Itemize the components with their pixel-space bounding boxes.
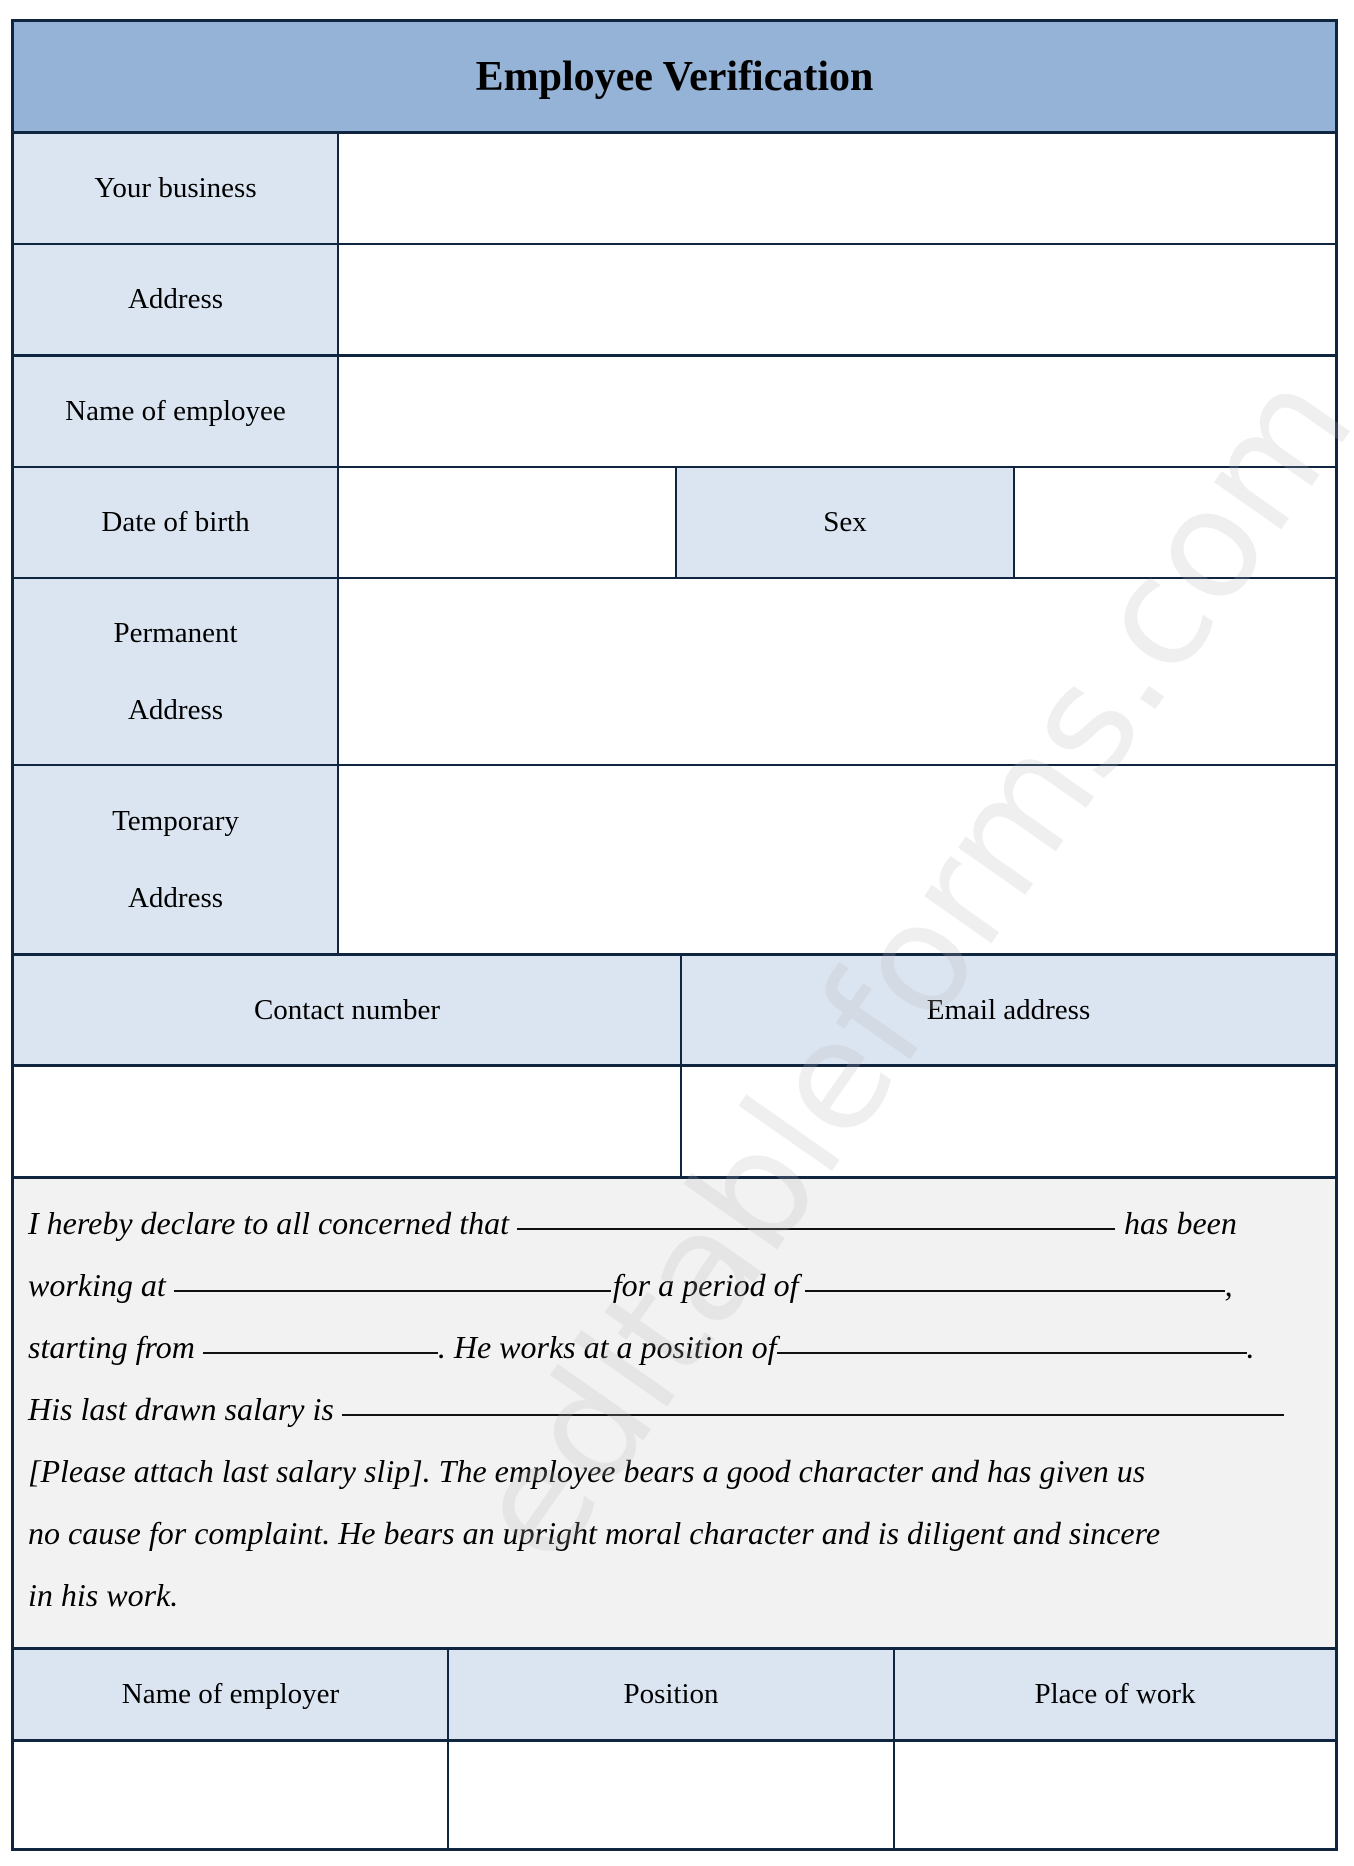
declaration-text: . He works at a position of xyxy=(437,1329,777,1365)
your-business-field[interactable] xyxy=(339,134,1335,243)
sex-field[interactable] xyxy=(1015,468,1335,577)
place-of-work-field[interactable] xyxy=(895,1742,1335,1848)
name-of-employer-header: Name of employer xyxy=(14,1650,447,1739)
start-date-blank[interactable] xyxy=(202,1351,438,1354)
declaration-text: has been xyxy=(1124,1205,1237,1241)
declaration-line: working at for a period of , xyxy=(28,1254,1319,1316)
divider xyxy=(447,1650,449,1848)
permanent-address-field[interactable] xyxy=(339,579,1335,764)
date-of-birth-field[interactable] xyxy=(339,468,675,577)
email-address-label: Email address xyxy=(682,956,1335,1064)
declaration-text: , xyxy=(1224,1267,1233,1303)
temporary-address-label: Temporary Address xyxy=(14,766,337,953)
employee-name-blank[interactable] xyxy=(517,1227,1116,1230)
declaration-text: for a period of xyxy=(612,1267,799,1303)
declaration-line: no cause for complaint. He bears an upri… xyxy=(28,1515,1161,1551)
declaration-line: in his work. xyxy=(28,1577,179,1613)
address-field[interactable] xyxy=(339,245,1335,354)
declaration-text: His last drawn salary is xyxy=(28,1391,334,1427)
divider xyxy=(1013,468,1015,577)
name-of-employee-label: Name of employee xyxy=(14,357,337,466)
name-of-employer-field[interactable] xyxy=(14,1742,447,1848)
workplace-blank[interactable] xyxy=(173,1289,611,1292)
form-title: Employee Verification xyxy=(14,22,1335,131)
declaration-text: . xyxy=(1246,1329,1255,1365)
permanent-address-label-line1: Permanent xyxy=(113,616,238,649)
email-address-field[interactable] xyxy=(682,1067,1335,1176)
sex-label: Sex xyxy=(677,468,1013,577)
place-of-work-header: Place of work xyxy=(895,1650,1335,1739)
employee-verification-form: Employee Verification Your business Addr… xyxy=(11,19,1338,1851)
divider xyxy=(337,134,339,953)
contact-number-field[interactable] xyxy=(14,1067,680,1176)
name-of-employee-field[interactable] xyxy=(339,357,1335,466)
permanent-address-label: Permanent Address xyxy=(14,579,337,764)
period-blank[interactable] xyxy=(804,1289,1225,1292)
position-blank[interactable] xyxy=(776,1351,1247,1354)
declaration-paragraph: I hereby declare to all concerned that h… xyxy=(14,1179,1335,1650)
temporary-address-label-line1: Temporary xyxy=(112,804,239,837)
divider xyxy=(675,468,677,577)
salary-blank[interactable] xyxy=(341,1413,1284,1416)
address-label: Address xyxy=(14,245,337,354)
position-header: Position xyxy=(449,1650,893,1739)
declaration-text: starting from xyxy=(28,1329,195,1365)
declaration-line: starting from . He works at a position o… xyxy=(28,1316,1319,1378)
declaration-text: working at xyxy=(28,1267,166,1303)
date-of-birth-label: Date of birth xyxy=(14,468,337,577)
contact-number-label: Contact number xyxy=(14,956,680,1064)
permanent-address-label-line2: Address xyxy=(127,693,224,726)
your-business-label: Your business xyxy=(14,134,337,243)
temporary-address-field[interactable] xyxy=(339,766,1335,953)
divider xyxy=(680,956,682,1176)
temporary-address-label-line2: Address xyxy=(127,881,224,914)
declaration-line: I hereby declare to all concerned that h… xyxy=(28,1192,1319,1254)
declaration-line: His last drawn salary is xyxy=(28,1378,1319,1440)
position-field[interactable] xyxy=(449,1742,893,1848)
declaration-text: I hereby declare to all concerned that xyxy=(28,1205,510,1241)
divider xyxy=(893,1650,895,1848)
declaration-line: [Please attach last salary slip]. The em… xyxy=(28,1453,1146,1489)
